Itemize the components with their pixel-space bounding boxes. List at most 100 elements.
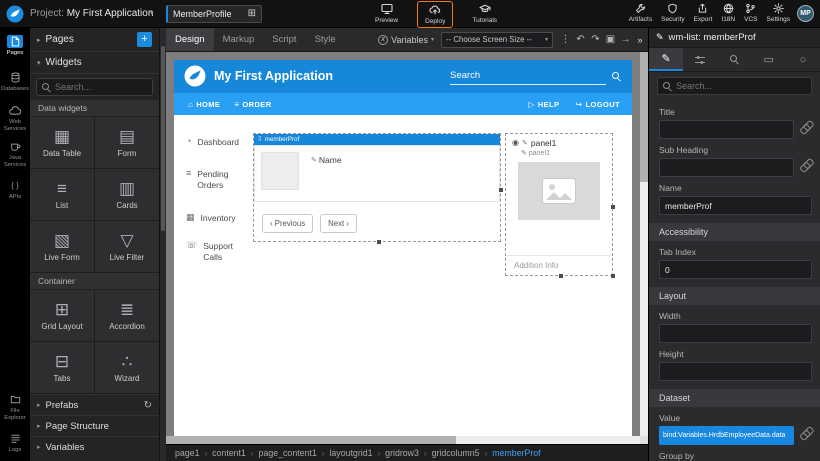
more-options-icon[interactable]: ⋮ — [558, 34, 573, 45]
widget-cards[interactable]: ▥Cards — [95, 169, 159, 220]
widget-selection-tag[interactable]: ⣿ memberProf — [254, 134, 500, 145]
breadcrumb-memberprof[interactable]: memberProf — [492, 448, 540, 458]
canvas-vertical-scrollbar[interactable] — [640, 52, 648, 436]
add-page-button[interactable]: + — [137, 32, 152, 47]
chevron-down-icon[interactable]: ▾ — [150, 9, 154, 17]
security-button[interactable]: Security — [661, 1, 684, 25]
rail-item-databases[interactable]: Databases — [0, 64, 30, 100]
side-nav-support-calls[interactable]: ☏Support Calls — [186, 241, 250, 263]
dataset-binding-chip[interactable]: bind:Variables.HrdbEmployeeData.data — [659, 426, 794, 445]
property-search-input[interactable] — [676, 81, 806, 91]
rail-item-web-services[interactable]: Web Services — [0, 100, 30, 136]
side-nav-pending-orders[interactable]: ≡Pending Orders — [186, 169, 250, 191]
tab-index-field-input[interactable] — [659, 260, 812, 279]
variables-button[interactable]: x Variables ▾ — [378, 35, 434, 45]
tab-search[interactable] — [717, 48, 751, 71]
side-nav-dashboard[interactable]: ◔Dashboard — [186, 137, 250, 148]
artifacts-button[interactable]: Artifacts — [629, 1, 652, 25]
layout-section-header[interactable]: Layout — [649, 287, 820, 305]
rail-item-pages[interactable]: Pages — [0, 28, 30, 64]
collapse-panel-icon[interactable]: » — [633, 35, 647, 45]
sub-heading-field-input[interactable] — [659, 158, 794, 177]
tab-markup[interactable]: ▭ — [752, 48, 786, 71]
undo-icon[interactable]: ↶ — [573, 34, 588, 45]
nav-item-home[interactable]: ⌂HOME — [188, 100, 220, 109]
save-icon[interactable]: ▣ — [603, 34, 618, 45]
app-header[interactable]: My First Application Search — [174, 60, 632, 93]
tab-markup[interactable]: Markup — [214, 28, 264, 51]
side-nav-inventory[interactable]: ▦Inventory — [186, 213, 250, 224]
tab-style[interactable]: Style — [306, 28, 345, 51]
scrollbar-thumb[interactable] — [640, 52, 648, 182]
breadcrumb-gridcolumn5[interactable]: gridcolumn5 — [432, 448, 480, 458]
widget-search-input[interactable] — [55, 82, 147, 92]
height-field-input[interactable] — [659, 362, 812, 381]
search-icon[interactable] — [612, 72, 621, 81]
title-field-input[interactable] — [659, 120, 794, 139]
bind-icon[interactable] — [799, 121, 812, 139]
accessibility-section-header[interactable]: Accessibility — [649, 223, 820, 241]
page-switcher-icon[interactable]: ⊞ — [248, 9, 256, 19]
preview-button[interactable]: Preview — [372, 1, 401, 26]
project-title[interactable]: Project: My First Application — [30, 8, 153, 19]
rail-item-logs[interactable]: Logs — [0, 425, 30, 461]
pages-section-header[interactable]: ▸ Pages + — [30, 28, 159, 52]
name-field-input[interactable] — [659, 196, 812, 215]
nav-item-help[interactable]: ▷HELP — [528, 100, 559, 109]
redo-icon[interactable]: ↷ — [588, 34, 603, 45]
previous-page-button[interactable]: ‹ Previous — [262, 214, 313, 233]
deploy-button[interactable]: Deploy — [417, 1, 453, 28]
rail-item-java-services[interactable]: Java Services — [0, 136, 30, 172]
widget-accordion[interactable]: ≣Accordion — [95, 290, 159, 341]
resize-handle[interactable] — [611, 274, 615, 278]
breadcrumb-content1[interactable]: content1 — [212, 448, 246, 458]
tab-script[interactable]: Script — [263, 28, 305, 51]
breadcrumb-page1[interactable]: page1 — [175, 448, 199, 458]
tab-design[interactable]: Design — [166, 28, 214, 51]
bind-icon[interactable] — [799, 159, 812, 177]
widget-list[interactable]: ≡List — [30, 169, 94, 220]
app-title[interactable]: My First Application — [214, 69, 333, 83]
nav-item-order[interactable]: ≡ORDER — [234, 100, 271, 109]
picture-placeholder[interactable] — [518, 162, 600, 220]
app-search-input[interactable]: Search — [450, 67, 606, 85]
next-page-button[interactable]: Next › — [320, 214, 357, 233]
widgets-section-header[interactable]: ▾ Widgets — [30, 52, 159, 74]
list-item-avatar-placeholder[interactable] — [261, 152, 299, 190]
canvas-horizontal-scrollbar[interactable] — [166, 436, 640, 444]
app-navbar[interactable]: ⌂HOME ≡ORDER ▷HELP ↪LOGOUT — [174, 93, 632, 115]
widget-grid-layout[interactable]: ⊞Grid Layout — [30, 290, 94, 341]
refresh-icon[interactable]: ↻ — [144, 400, 152, 411]
widget-tabs[interactable]: ⊟Tabs — [30, 342, 94, 393]
sidebar-scrollbar[interactable] — [160, 28, 166, 461]
resize-handle[interactable] — [499, 188, 503, 192]
width-field-input[interactable] — [659, 324, 812, 343]
dataset-section-header[interactable]: Dataset — [649, 389, 820, 407]
widget-live-form[interactable]: ▧Live Form — [30, 221, 94, 272]
breadcrumb-page-content1[interactable]: page_content1 — [259, 448, 317, 458]
drag-handle-icon[interactable]: ⣿ — [258, 137, 262, 142]
panel-footer[interactable]: Addition Info — [506, 255, 612, 275]
resize-handle[interactable] — [559, 274, 563, 278]
prefabs-section-header[interactable]: ▸ Prefabs ↻ — [30, 394, 159, 415]
settings-button[interactable]: Settings — [767, 1, 791, 25]
tab-properties[interactable]: ✎ — [649, 48, 683, 71]
tab-styles[interactable] — [683, 48, 717, 71]
panel-content-label[interactable]: ✎ panel1 — [506, 149, 612, 159]
nav-item-logout[interactable]: ↪LOGOUT — [575, 100, 620, 109]
scrollbar-thumb[interactable] — [166, 436, 456, 444]
i18n-button[interactable]: I18N — [721, 1, 735, 25]
breadcrumb-layoutgrid1[interactable]: layoutgrid1 — [329, 448, 372, 458]
widget-data-table[interactable]: ▦Data Table — [30, 117, 94, 168]
selected-list-widget[interactable]: ⣿ memberProf ✎Name ‹ Previous Next › — [253, 133, 501, 242]
selected-panel-widget[interactable]: ◉ ✎ panel1 ✎ panel1 Addition Info — [505, 133, 613, 276]
resize-handle[interactable] — [377, 240, 381, 244]
list-item-name-label[interactable]: ✎Name — [311, 155, 342, 165]
rail-item-file-explorer[interactable]: File Explorer — [0, 389, 30, 425]
list-item[interactable]: ✎Name — [254, 145, 500, 202]
breadcrumb-gridrow3[interactable]: gridrow3 — [385, 448, 419, 458]
widget-wizard[interactable]: ∴Wizard — [95, 342, 159, 393]
screen-size-select[interactable]: -- Choose Screen Size -- ▾ — [441, 32, 553, 48]
panel-header[interactable]: ◉ ✎ panel1 — [506, 134, 612, 149]
tutorials-button[interactable]: Tutorials — [469, 1, 500, 26]
